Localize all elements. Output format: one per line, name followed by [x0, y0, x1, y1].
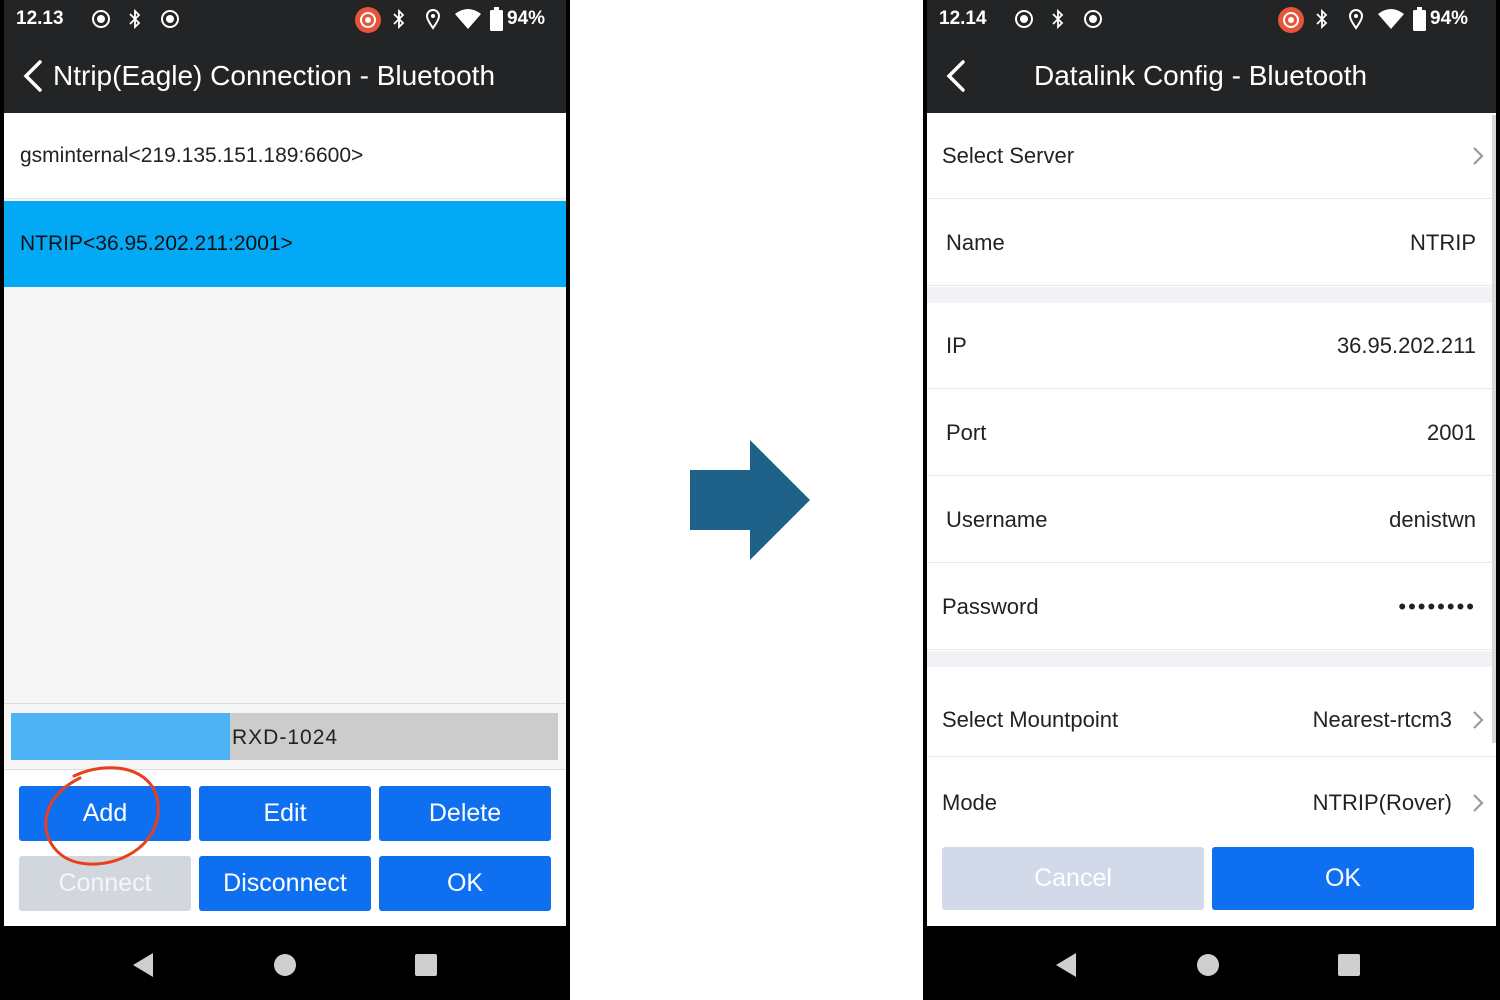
status-bar: 12.13 94%	[4, 0, 566, 40]
bluetooth-icon	[392, 8, 406, 35]
battery-icon	[490, 7, 503, 36]
wifi-icon	[454, 8, 482, 35]
ip-row[interactable]: IP 36.95.202.211	[927, 303, 1496, 389]
edit-button[interactable]: Edit	[199, 786, 371, 841]
ok-button[interactable]: OK	[1212, 847, 1474, 910]
right-phone-screen: 12.14 94% Datalink Config - Bluetooth Se…	[923, 0, 1500, 1000]
record-icon	[1082, 8, 1104, 35]
port-label: Port	[946, 420, 987, 445]
chevron-right-icon	[1473, 711, 1484, 729]
screen-record-icon	[1277, 6, 1305, 39]
name-row[interactable]: Name NTRIP	[927, 200, 1496, 286]
system-nav-bar	[923, 926, 1500, 1000]
rxd-progress-bar: RXD-1024	[11, 713, 558, 760]
location-icon	[1347, 8, 1365, 35]
screen-record-icon	[354, 6, 382, 39]
section-gap	[927, 651, 1496, 667]
system-nav-bar	[0, 926, 570, 1000]
status-time: 12.14	[939, 8, 987, 29]
password-value[interactable]: ••••••••	[1398, 594, 1476, 620]
username-row[interactable]: Username denistwn	[927, 477, 1496, 563]
ip-label: IP	[946, 333, 967, 358]
mode-label: Mode	[942, 790, 998, 815]
location-icon	[424, 8, 442, 35]
password-row[interactable]: Password ••••••••	[927, 564, 1496, 650]
port-row[interactable]: Port 2001	[927, 390, 1496, 476]
datalink-config-form: Select Server Name NTRIP IP 36.95.202.21…	[927, 113, 1496, 926]
battery-percent: 94%	[1430, 8, 1469, 29]
app-bar: Datalink Config - Bluetooth	[927, 40, 1496, 113]
bluetooth-icon	[1051, 8, 1065, 35]
bluetooth-icon	[128, 8, 142, 35]
progress-label: RXD-1024	[232, 726, 339, 749]
page-title: Datalink Config - Bluetooth	[1034, 60, 1368, 91]
back-icon[interactable]	[18, 58, 50, 94]
name-label: Name	[946, 230, 1005, 255]
chevron-right-icon	[1473, 794, 1484, 812]
mode-row[interactable]: Mode NTRIP(Rover)	[927, 758, 1496, 844]
status-time: 12.13	[16, 8, 64, 29]
mountpoint-label: Select Mountpoint	[942, 707, 1119, 732]
battery-icon	[1413, 7, 1426, 36]
app-bar: Ntrip(Eagle) Connection - Bluetooth	[4, 40, 566, 113]
page-title: Ntrip(Eagle) Connection - Bluetooth	[53, 60, 496, 91]
back-icon[interactable]	[941, 58, 973, 94]
record-icon	[1013, 8, 1035, 35]
bluetooth-icon	[1315, 8, 1329, 35]
battery-percent: 94%	[507, 8, 546, 29]
section-gap	[927, 287, 1496, 303]
nav-back-icon[interactable]	[131, 952, 155, 983]
nav-home-icon[interactable]	[1196, 952, 1220, 983]
username-label: Username	[946, 507, 1048, 532]
name-value[interactable]: NTRIP	[1410, 230, 1476, 256]
nav-recents-icon[interactable]	[1337, 952, 1361, 983]
delete-button[interactable]: Delete	[379, 786, 551, 841]
chevron-right-icon	[1473, 147, 1484, 165]
mode-value: NTRIP(Rover)	[1312, 790, 1452, 815]
select-mountpoint-row[interactable]: Select Mountpoint Nearest-rtcm3	[927, 667, 1496, 757]
disconnect-button[interactable]: Disconnect	[199, 856, 371, 911]
mountpoint-value: Nearest-rtcm3	[1312, 707, 1452, 732]
wifi-icon	[1377, 8, 1405, 35]
nav-back-icon[interactable]	[1054, 952, 1078, 983]
divider	[4, 703, 566, 704]
annotation-circle	[44, 766, 160, 866]
nav-home-icon[interactable]	[273, 952, 297, 983]
ok-button[interactable]: OK	[379, 856, 551, 911]
connection-item[interactable]: gsminternal<219.135.151.189:6600>	[4, 113, 566, 199]
record-icon	[159, 8, 181, 35]
progress-fill	[11, 713, 230, 760]
password-label: Password	[942, 594, 1039, 619]
connection-item-selected[interactable]: NTRIP<36.95.202.211:2001>	[4, 201, 566, 287]
nav-recents-icon[interactable]	[414, 952, 438, 983]
select-server-row[interactable]: Select Server	[927, 113, 1496, 199]
select-server-label: Select Server	[942, 143, 1075, 168]
arrow-right-icon	[690, 440, 810, 560]
ip-value[interactable]: 36.95.202.211	[1337, 333, 1476, 359]
record-icon	[90, 8, 112, 35]
port-value[interactable]: 2001	[1427, 420, 1476, 446]
cancel-button[interactable]: Cancel	[942, 847, 1204, 910]
left-phone-screen: 12.13 94% Ntrip(Eagle) Connection - Blue…	[0, 0, 570, 1000]
username-value[interactable]: denistwn	[1389, 507, 1476, 533]
scrollbar[interactable]	[1492, 115, 1496, 743]
status-bar: 12.14 94%	[927, 0, 1496, 40]
